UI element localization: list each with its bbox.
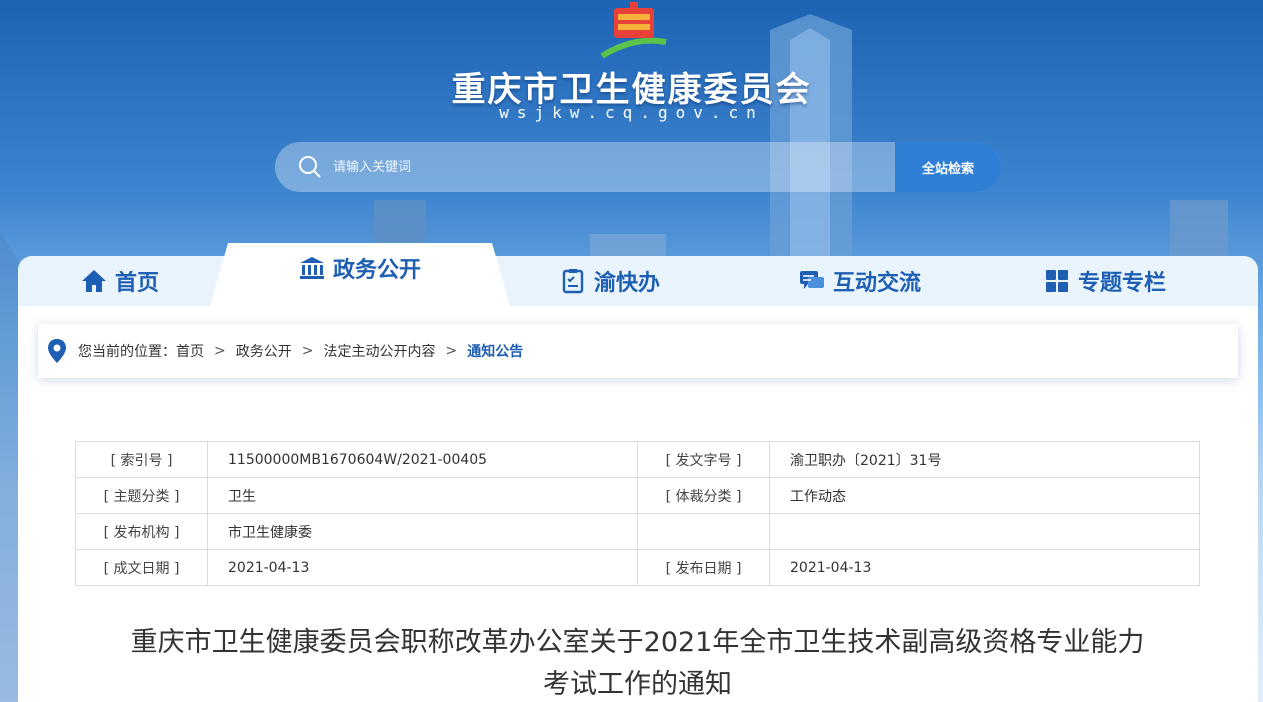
meta-key: [ 成文日期 ] [75, 549, 208, 586]
meta-value: 2021-04-13 [769, 549, 1200, 586]
meta-value: 卫生 [207, 477, 638, 514]
meta-value: 11500000MB1670604W/2021-00405 [207, 441, 638, 478]
breadcrumb-separator: > [301, 343, 314, 359]
meta-key: [ 索引号 ] [75, 441, 208, 478]
meta-key: [ 发文字号 ] [637, 441, 770, 478]
search-field-wrapper [275, 142, 895, 192]
meta-value: 2021-04-13 [207, 549, 638, 586]
meta-key: [ 体裁分类 ] [637, 477, 770, 514]
breadcrumb-home-link[interactable]: 首页 [176, 341, 204, 361]
breadcrumb-prefix: 您当前的位置： [78, 344, 176, 360]
article-title: 重庆市卫生健康委员会职称改革办公室关于2021年全市卫生技术副高级资格专业能力 … [60, 622, 1215, 702]
nav-item-label: 政务公开 [332, 258, 421, 283]
meta-key: [ 发布日期 ] [637, 549, 770, 586]
breadcrumb-separator: > [445, 343, 458, 359]
table-row: [ 主题分类 ] 卫生 [ 体裁分类 ] 工作动态 [75, 477, 1200, 514]
site-logo-icon [600, 2, 667, 59]
meta-key: [ 发布机构 ] [75, 513, 208, 550]
search-icon [299, 156, 321, 178]
nav-item-government-affairs[interactable]: 政务公开 [230, 243, 490, 293]
document-meta-table: [ 索引号 ] 11500000MB1670604W/2021-00405 [ … [75, 441, 1200, 586]
nav-item-label: 首页 [114, 271, 159, 296]
breadcrumb-government-link[interactable]: 政务公开 [236, 341, 292, 361]
meta-value [769, 513, 1200, 550]
article-title-line: 重庆市卫生健康委员会职称改革办公室关于2021年全市卫生技术副高级资格专业能力 [130, 627, 1145, 658]
clipboard-check-icon [562, 269, 584, 294]
breadcrumb-statutory-content-link[interactable]: 法定主动公开内容 [323, 341, 435, 361]
home-icon [81, 270, 106, 292]
article-title-line: 考试工作的通知 [543, 669, 732, 700]
location-pin-icon [48, 339, 66, 363]
search-bar: 全站检索 [275, 142, 1001, 192]
nav-item-label: 渝快办 [593, 271, 660, 296]
breadcrumb: 您当前的位置： 首页 > 政务公开 > 法定主动公开内容 > 通知公告 [38, 324, 1238, 378]
table-row: [ 成文日期 ] 2021-04-13 [ 发布日期 ] 2021-04-13 [75, 549, 1200, 586]
nav-item-yukuaiban[interactable]: 渝快办 [520, 256, 700, 306]
meta-value: 市卫生健康委 [207, 513, 638, 550]
table-row: [ 发布机构 ] 市卫生健康委 [75, 513, 1200, 550]
table-row: [ 索引号 ] 11500000MB1670604W/2021-00405 [ … [75, 441, 1200, 478]
nav-item-label: 专题专栏 [1077, 271, 1166, 296]
nav-item-interaction[interactable]: 互动交流 [760, 256, 960, 306]
chat-bubbles-icon [799, 271, 824, 289]
search-input[interactable] [333, 159, 853, 175]
breadcrumb-current-link[interactable]: 通知公告 [467, 341, 523, 361]
site-search-button[interactable]: 全站检索 [895, 142, 1001, 192]
nav-item-home[interactable]: 首页 [40, 256, 200, 306]
breadcrumb-separator: > [214, 343, 226, 359]
nav-item-special-topics[interactable]: 专题专栏 [1020, 256, 1190, 306]
meta-key [637, 513, 770, 550]
meta-value: 工作动态 [769, 477, 1200, 514]
nav-item-label: 互动交流 [832, 271, 921, 296]
government-building-icon [299, 257, 324, 279]
meta-value: 渝卫职办〔2021〕31号 [769, 441, 1200, 478]
site-domain: wsjkw.cq.gov.cn [499, 103, 764, 122]
grid-squares-icon [1045, 270, 1068, 292]
meta-key: [ 主题分类 ] [75, 477, 208, 514]
